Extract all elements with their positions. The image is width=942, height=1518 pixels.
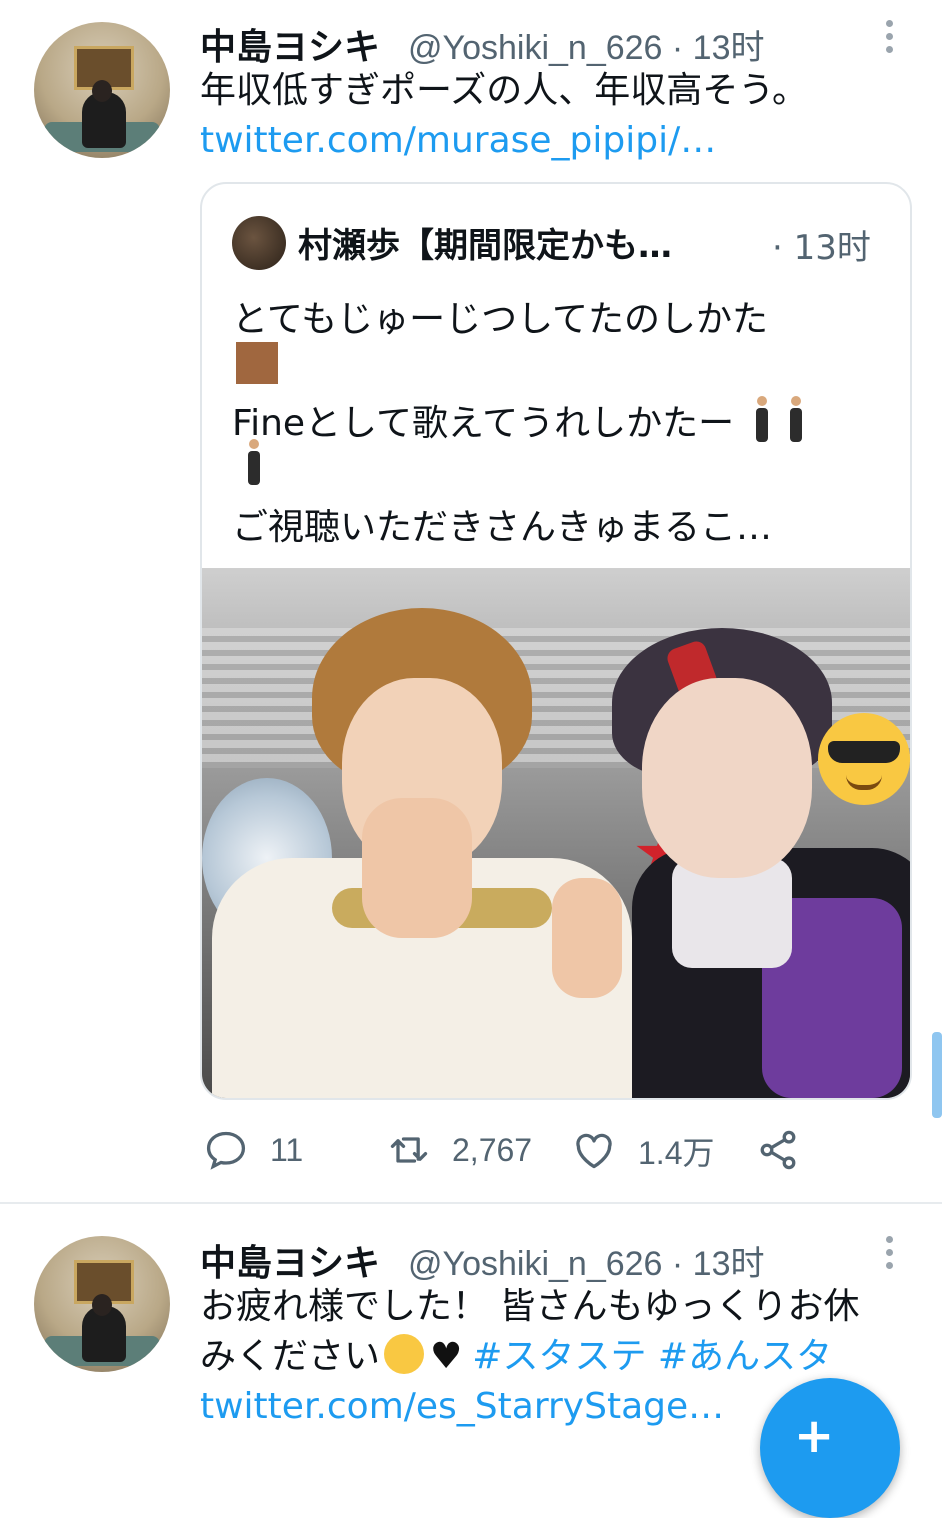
suit-emoji-icon	[790, 396, 803, 442]
compose-icon: +	[794, 1408, 835, 1464]
compose-button[interactable]: +	[760, 1378, 900, 1518]
author-avatar[interactable]	[34, 22, 170, 158]
share-icon	[760, 1130, 796, 1170]
quoted-author-avatar	[232, 216, 286, 270]
heart-icon	[576, 1133, 612, 1169]
reply-icon	[206, 1131, 246, 1170]
tweet-link[interactable]: twitter.com/es_StarryStage…	[200, 1382, 724, 1432]
sunglasses-emoji-icon	[818, 713, 910, 805]
quoted-photo[interactable]: ★	[202, 568, 910, 1098]
quoted-text-line: Fineとして歌えてうれしかたー	[232, 394, 803, 446]
retweet-button[interactable]: 2,767	[386, 1128, 532, 1172]
author-avatar[interactable]	[34, 1236, 170, 1372]
quoted-text-line: とてもじゅーじつしてたのしかた	[232, 299, 769, 340]
more-options-icon[interactable]	[886, 20, 896, 59]
quoted-text-line: ご視聴いただきさんきゅまるこ…	[232, 507, 773, 548]
black-heart-emoji-icon: ♥	[430, 1336, 463, 1377]
more-options-icon[interactable]	[886, 1236, 896, 1275]
reply-button[interactable]: 11	[204, 1128, 303, 1172]
like-count: 1.4万	[638, 1135, 715, 1171]
scrollbar[interactable]	[932, 1032, 942, 1118]
author-handle-time: @Yoshiki_n_626 · 13时	[408, 1245, 765, 1283]
tweet-text: 年収低すぎポーズの人、年収高そう。	[200, 70, 809, 111]
relieved-face-emoji-icon	[384, 1334, 425, 1374]
quoted-time: · 13时	[772, 228, 871, 268]
hashtags[interactable]: #スタステ #あんスタ	[472, 1336, 832, 1377]
quoted-author-name: 村瀬歩【期間限定かも…	[298, 226, 672, 266]
brown-square-emoji-icon	[236, 342, 278, 384]
tweet-text-line: みください ♥ #スタステ #あんスタ	[200, 1332, 832, 1382]
tweet-link[interactable]: twitter.com/murase_pipipi/…	[200, 116, 716, 166]
share-button[interactable]	[756, 1128, 800, 1172]
tweet-text-line: お疲れ様でした！ 皆さんもゆっくりお休	[200, 1286, 860, 1327]
quoted-text-line	[234, 439, 260, 487]
like-button[interactable]: 1.4万	[572, 1128, 715, 1174]
author-handle-time: @Yoshiki_n_626 · 13时	[408, 29, 765, 67]
tweet-text: みください	[200, 1336, 381, 1377]
retweet-icon	[390, 1137, 428, 1163]
reply-count: 11	[270, 1131, 304, 1168]
suit-emoji-icon	[756, 396, 769, 442]
tweet-1[interactable]: 中島ヨシキ @Yoshiki_n_626 · 13时 年収低すぎポーズの人、年収…	[0, 0, 942, 1202]
retweet-count: 2,767	[452, 1131, 533, 1168]
quoted-text: Fineとして歌えてうれしかたー	[232, 403, 735, 444]
author-name[interactable]: 中島ヨシキ	[200, 1234, 380, 1286]
author-name[interactable]: 中島ヨシキ	[200, 18, 380, 70]
tweet-actions: 11 2,767 1.4万	[0, 1128, 942, 1178]
quoted-tweet[interactable]: 村瀬歩【期間限定かも… · 13时 とてもじゅーじつしてたのしかた Fineとし…	[200, 182, 912, 1100]
suit-emoji-icon	[248, 439, 260, 485]
